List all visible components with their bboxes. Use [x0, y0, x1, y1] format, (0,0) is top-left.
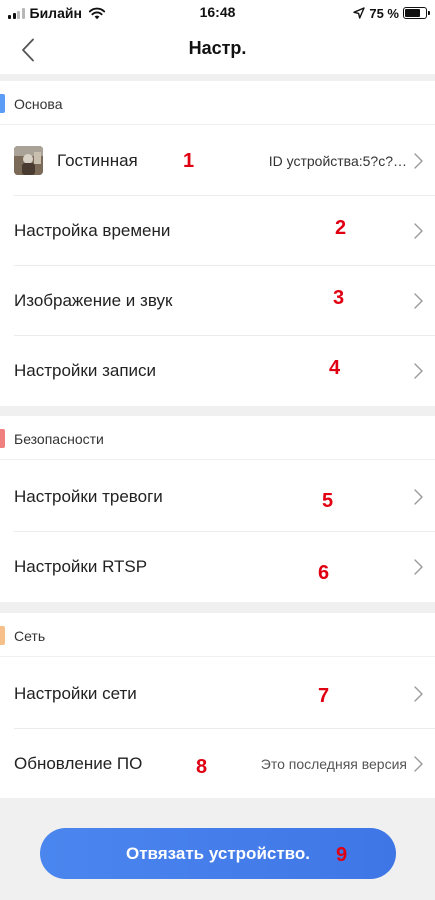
row-time-settings[interactable]: Настройка времени 2 [0, 196, 435, 266]
annotation-number: 1 [183, 150, 195, 172]
annotation-number: 7 [318, 685, 330, 707]
section-accent [0, 94, 5, 113]
chevron-right-icon [414, 153, 423, 169]
status-bar: Билайн 16:48 75 % [0, 0, 435, 26]
section-header-security: Безопасности [0, 416, 435, 460]
annotation-number: 9 [336, 844, 348, 866]
location-arrow-icon [353, 7, 366, 19]
row-label: Гостинная [57, 151, 138, 170]
row-rtsp-settings[interactable]: Настройки RTSP 6 [0, 532, 435, 602]
battery-percent: 75 % [369, 5, 399, 21]
section-title: Сеть [14, 628, 46, 644]
row-network-settings[interactable]: Настройки сети 7 [0, 659, 435, 729]
annotation-number: 2 [335, 217, 347, 239]
unbind-device-button[interactable]: Отвязать устройство. 9 [40, 828, 396, 879]
camera-thumbnail [14, 146, 43, 175]
chevron-right-icon [414, 756, 423, 772]
device-id-value: ID устройства:5?c?… [268, 153, 407, 169]
page-title: Настр. [188, 38, 247, 58]
chevron-right-icon [414, 489, 423, 505]
battery-fill [405, 9, 420, 17]
chevron-right-icon [414, 686, 423, 702]
section-accent [0, 429, 5, 448]
section-header-basic: Основа [0, 81, 435, 125]
annotation-number: 6 [318, 562, 330, 584]
section-title: Основа [14, 96, 63, 112]
section-divider [0, 602, 435, 613]
row-label: Настройки тревоги [14, 487, 163, 506]
nav-bar: Настр. [0, 26, 435, 74]
row-label: Настройки сети [14, 684, 137, 703]
row-recording-settings[interactable]: Настройки записи 4 [0, 336, 435, 406]
chevron-right-icon [414, 363, 423, 379]
row-label: Настройки записи [14, 361, 157, 380]
row-label: Настройки RTSP [14, 557, 148, 576]
status-right: 75 % [353, 4, 430, 22]
row-image-sound[interactable]: Изображение и звук 3 [0, 266, 435, 336]
row-label: Изображение и звук [14, 291, 173, 310]
back-button[interactable] [10, 32, 46, 68]
chevron-right-icon [414, 223, 423, 239]
firmware-status-value: Это последняя версия [260, 756, 407, 772]
battery-icon [403, 7, 430, 19]
section-title: Безопасности [14, 431, 104, 447]
row-firmware-update[interactable]: Обновление ПО 8 Это последняя версия [0, 729, 435, 799]
row-label: Настройка времени [14, 221, 171, 240]
section-divider [0, 74, 435, 81]
chevron-right-icon [414, 293, 423, 309]
row-device-name[interactable]: Гостинная 1 ID устройства:5?c?… [0, 126, 435, 196]
annotation-number: 8 [196, 756, 208, 778]
section-header-network: Сеть [0, 613, 435, 657]
section-divider [0, 406, 435, 416]
annotation-number: 4 [329, 357, 341, 379]
annotation-number: 5 [322, 490, 334, 512]
chevron-right-icon [414, 559, 423, 575]
row-alarm-settings[interactable]: Настройки тревоги 5 [0, 462, 435, 532]
annotation-number: 3 [333, 287, 345, 309]
row-label: Обновление ПО [14, 754, 143, 773]
chevron-left-icon [22, 38, 34, 62]
section-accent [0, 626, 5, 645]
